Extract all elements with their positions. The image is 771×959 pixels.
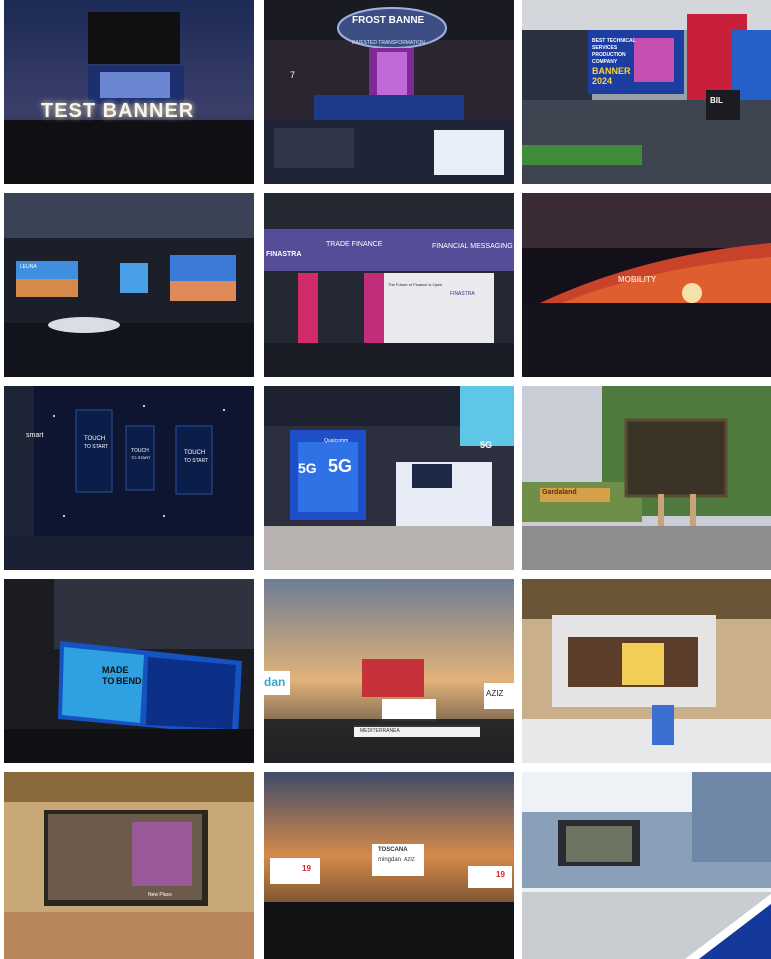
ad-text-2: TO bbox=[102, 676, 115, 686]
left-sign-number: 19 bbox=[302, 864, 311, 873]
ring-bottom-text: INVESTED TRANSFORMATION bbox=[352, 40, 425, 46]
screen-text-4: COMPANY bbox=[592, 59, 618, 65]
screen-text-1: BEST TECHNICAL bbox=[592, 38, 636, 44]
kiosk-1-line-1: TOUCH bbox=[84, 436, 106, 442]
header-left-text: FINASTRA bbox=[266, 251, 302, 258]
header-mid-text: TRADE FINANCE bbox=[326, 241, 383, 248]
sign-text: BIL bbox=[710, 96, 723, 105]
photo-exhibition-ring-booth: FROST BANNE INVESTED TRANSFORMATION 7 bbox=[264, 0, 514, 184]
right-sign-number: 19 bbox=[496, 870, 505, 879]
photo-mall-atrium-screen: New Place bbox=[4, 772, 254, 959]
photo-outdoor-event-screens: BEST TECHNICAL SERVICES PRODUCTION COMPA… bbox=[522, 0, 771, 184]
pillar-number: 7 bbox=[290, 70, 296, 80]
banner-lettering: TEST BANNER bbox=[41, 100, 195, 122]
photo-outdoor-night-event: 19 19 TOSCANA mingdan AZIZ bbox=[264, 772, 514, 959]
screen-text-2: SERVICES bbox=[592, 45, 618, 51]
photo-outdoor-billboard-gardaland: Gardaland bbox=[522, 386, 771, 570]
photo-meeting-room-screens: LEUNA bbox=[4, 193, 254, 377]
cube-text-a: 5G bbox=[298, 460, 317, 476]
screen-caption: LEUNA bbox=[20, 264, 37, 270]
photo-5g-cube-booth: 5G 5G 5G Qualcomm bbox=[264, 386, 514, 570]
header-right-text: FINANCIAL MESSAGING bbox=[432, 243, 513, 250]
sign-text: 5G bbox=[480, 440, 493, 450]
screen-text-5: BANNER bbox=[592, 66, 631, 76]
panel-title-text: The Future of Finance is Open bbox=[388, 282, 443, 287]
photo-stage-curved-screen: MOBILITY bbox=[522, 193, 771, 377]
brand-text: Qualcomm bbox=[324, 438, 349, 444]
mid-sign-mid: mingdan bbox=[378, 857, 402, 863]
ad-text-1: MADE bbox=[102, 665, 129, 675]
cube-text-b: 5G bbox=[328, 456, 353, 476]
kiosk-2-line-2: TO START bbox=[131, 455, 151, 460]
brand-text: smart bbox=[26, 432, 44, 439]
screen-caption: MOBILITY bbox=[618, 275, 657, 284]
screen-text-6: 2024 bbox=[592, 76, 613, 86]
panel-logo-text: FINASTRA bbox=[450, 291, 475, 297]
ad-text-3: BEND bbox=[116, 676, 142, 686]
photo-building-ad-screen: MADE TO BEND bbox=[4, 579, 254, 763]
led-display-gallery: TEST BANNER FROST BANNE INVESTED TRANSFO… bbox=[0, 0, 771, 959]
kiosk-3-line-1: TOUCH bbox=[184, 450, 206, 456]
right-edge-text: AZIZ bbox=[486, 689, 504, 698]
photo-indoor-arena-screen bbox=[522, 579, 771, 763]
kiosk-2-line-1: TOUCH bbox=[131, 448, 149, 454]
kiosk-1-line-2: TO START bbox=[84, 444, 109, 450]
photo-dusk-outdoor-stage: dan AZIZ MEDITERRANEA bbox=[264, 579, 514, 763]
sign-text: Gardaland bbox=[542, 489, 577, 496]
photo-test-banner-sign: TEST BANNER bbox=[4, 0, 254, 184]
banner-text: MEDITERRANEA bbox=[360, 728, 400, 734]
screen-text-3: PRODUCTION bbox=[592, 52, 626, 58]
ring-top-text: FROST BANNE bbox=[352, 15, 425, 26]
mid-sign-top: TOSCANA bbox=[378, 847, 408, 853]
corner-decoration bbox=[685, 894, 771, 959]
mid-sign-bot: AZIZ bbox=[404, 857, 415, 863]
photo-starfield-touch-kiosks: smart TOUCH TO START TOUCH TO START TOUC… bbox=[4, 386, 254, 570]
ad-text: New Place bbox=[148, 892, 172, 898]
left-edge-text: dan bbox=[264, 675, 286, 689]
photo-finastra-booth: FINASTRA TRADE FINANCE FINANCIAL MESSAGI… bbox=[264, 193, 514, 377]
kiosk-3-line-2: TO START bbox=[184, 458, 209, 464]
